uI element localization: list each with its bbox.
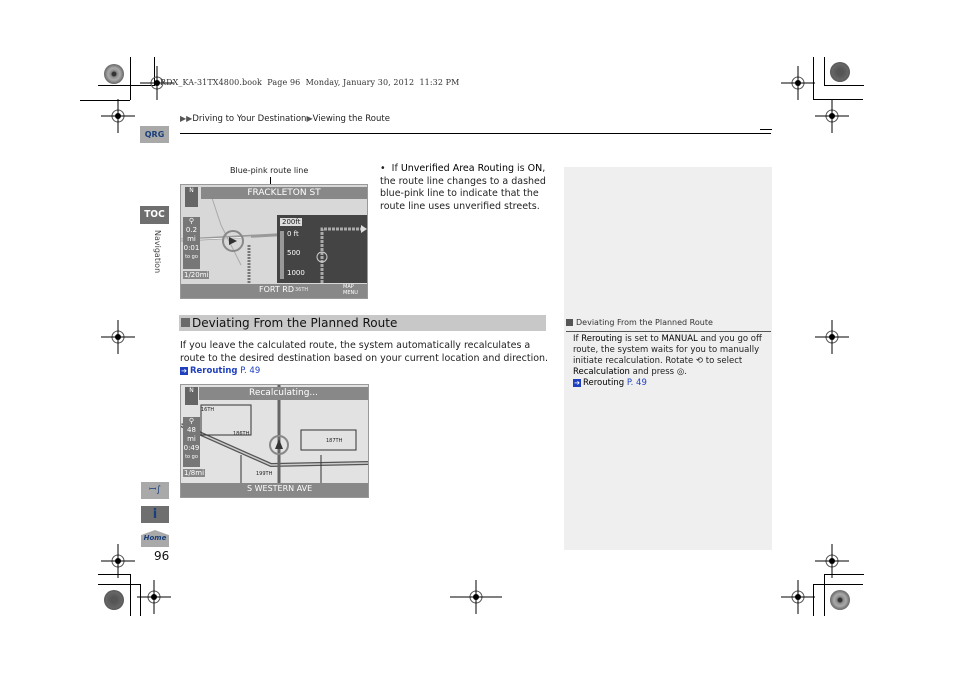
note-text: to select xyxy=(703,356,743,366)
distance-unit: mi xyxy=(187,235,196,243)
north-up-icon[interactable]: N xyxy=(185,387,198,405)
recalculating-map-screenshot: Recalculating... N ⚲ 48 mi 0:49 to go 1/… xyxy=(180,384,369,498)
section-body: If you leave the calculated route, the s… xyxy=(180,340,550,378)
registration-mark-icon xyxy=(137,580,171,614)
voice-command-button[interactable]: ꟷ∫ xyxy=(141,482,169,499)
toc-tab[interactable]: TOC xyxy=(140,206,169,224)
registration-mark-icon xyxy=(101,99,135,133)
section-body-text: If you leave the calculated route, the s… xyxy=(180,340,549,364)
qrg-tab[interactable]: QRG xyxy=(140,126,169,143)
map-street-bottom: S WESTERN AVE xyxy=(247,484,313,493)
sidebar-note-heading: Deviating From the Planned Route xyxy=(566,318,713,327)
setting-value: ON xyxy=(527,163,543,174)
sidebar-note-text: If Rerouting is set to MANUAL and you go… xyxy=(573,334,768,389)
registration-mark-icon xyxy=(101,320,135,354)
registration-mark-icon xyxy=(450,580,502,614)
setting-value: MANUAL xyxy=(661,334,698,344)
note-text: . xyxy=(684,367,687,377)
link-arrow-icon: ➔ xyxy=(573,379,581,387)
note-icon xyxy=(566,319,573,326)
page-number: 96 xyxy=(154,549,170,563)
map-street-top: FRACKLETON ST xyxy=(201,187,367,199)
rerouting-link[interactable]: ➔ Rerouting P. 49 xyxy=(180,366,260,376)
sidebar-note-heading-text: Deviating From the Planned Route xyxy=(576,318,713,327)
section-label: Navigation xyxy=(142,230,170,280)
distance-value: 48 xyxy=(187,426,196,434)
index-button[interactable]: i xyxy=(141,506,169,523)
turn-arrow-icon xyxy=(316,225,367,283)
registration-mark-icon xyxy=(815,320,849,354)
link-arrow-icon: ➔ xyxy=(180,367,188,375)
sidebar-note-rule xyxy=(566,331,771,332)
header-rule xyxy=(180,133,771,134)
distance-unit: mi xyxy=(187,435,196,443)
color-target-icon xyxy=(830,62,850,82)
registration-mark-icon xyxy=(781,580,815,614)
link-page[interactable]: P. 49 xyxy=(627,378,647,388)
map-scale: 1/20mi xyxy=(183,271,210,279)
link-label[interactable]: Rerouting xyxy=(190,366,238,376)
north-up-icon[interactable]: N xyxy=(185,187,198,207)
street-label: 187TH xyxy=(326,438,343,444)
section-label-text: Navigation xyxy=(153,230,162,274)
breadcrumb-item[interactable]: Viewing the Route xyxy=(313,114,390,124)
breadcrumb-item[interactable]: Driving to Your Destination xyxy=(192,114,306,124)
trip-info-panel: ⚲ 48 mi 0:49 to go xyxy=(183,417,200,467)
time-label: to go xyxy=(185,254,198,260)
note-text: If xyxy=(573,334,582,344)
map-side-street: 36TH xyxy=(295,287,309,293)
registration-mark-icon xyxy=(101,544,135,578)
map-scale: 1/8mi xyxy=(183,469,206,477)
link-page[interactable]: P. 49 xyxy=(240,366,260,376)
color-target-icon xyxy=(104,64,124,84)
figure-caption: Blue-pink route line xyxy=(230,166,309,175)
trip-info-panel: ⚲ 0.2 mi 0:01 to go xyxy=(183,217,200,269)
section-heading: Deviating From the Planned Route xyxy=(179,315,546,331)
street-label: 186TH xyxy=(233,431,250,437)
color-target-icon xyxy=(104,590,124,610)
breadcrumb: ▶▶Driving to Your Destination▶Viewing th… xyxy=(180,114,390,124)
registration-mark-icon xyxy=(781,66,815,100)
time-label: to go xyxy=(185,454,198,460)
navigation-map-screenshot: FRACKLETON ST N ⚲ 0.2 mi 0:01 to go 1/20… xyxy=(180,184,368,299)
junction-inset: 200ft 0 ft 500 1000 xyxy=(277,215,367,283)
time-value: 0:01 xyxy=(183,244,200,252)
note-text: and press xyxy=(629,367,677,377)
bullet-icon: • xyxy=(380,163,392,174)
registration-mark-icon xyxy=(815,99,849,133)
registration-mark-icon xyxy=(815,544,849,578)
section-square-icon xyxy=(181,318,190,327)
guidance-icon: ⚲ xyxy=(188,217,195,225)
note-text: is set to xyxy=(622,334,662,344)
map-banner: Recalculating... xyxy=(199,387,368,400)
map-street-bottom: FORT RD xyxy=(259,285,295,294)
bullet-text: is xyxy=(514,163,528,174)
map-street-bottom-bar: FORT RD 36TH MAP MENU xyxy=(181,284,367,298)
section-title: Deviating From the Planned Route xyxy=(192,316,398,330)
distance-value: 0.2 xyxy=(185,226,198,234)
home-button[interactable]: Home xyxy=(141,530,169,547)
street-label: 199TH xyxy=(256,471,273,477)
link-label[interactable]: Rerouting xyxy=(583,378,624,388)
home-icon: Home xyxy=(143,534,167,542)
rerouting-link[interactable]: ➔ Rerouting P. 49 xyxy=(573,378,647,388)
setting-name: Unverified Area Routing xyxy=(400,163,514,174)
dial-rotate-icon: ⟲ xyxy=(695,356,704,366)
bullet-text: If xyxy=(391,163,401,174)
street-label: 16TH xyxy=(201,407,215,413)
bullet-note: • If Unverified Area Routing is ON, the … xyxy=(380,163,550,213)
color-target-icon xyxy=(830,590,850,610)
setting-name: Rerouting xyxy=(581,334,623,344)
time-value: 0:49 xyxy=(183,444,200,452)
voice-command-icon: ꟷ∫ xyxy=(148,485,161,495)
option-name: Recalculation xyxy=(573,367,630,377)
print-metadata: RDX_KA-31TX4800.book Page 96 Monday, Jan… xyxy=(160,78,460,87)
guidance-icon: ⚲ xyxy=(188,417,195,425)
map-menu-button[interactable]: MAP MENU xyxy=(343,284,367,296)
info-icon: i xyxy=(152,507,158,522)
map-street-bottom-bar: S WESTERN AVE xyxy=(181,483,368,497)
breadcrumb-arrow-icon: ▶▶ xyxy=(180,114,193,123)
